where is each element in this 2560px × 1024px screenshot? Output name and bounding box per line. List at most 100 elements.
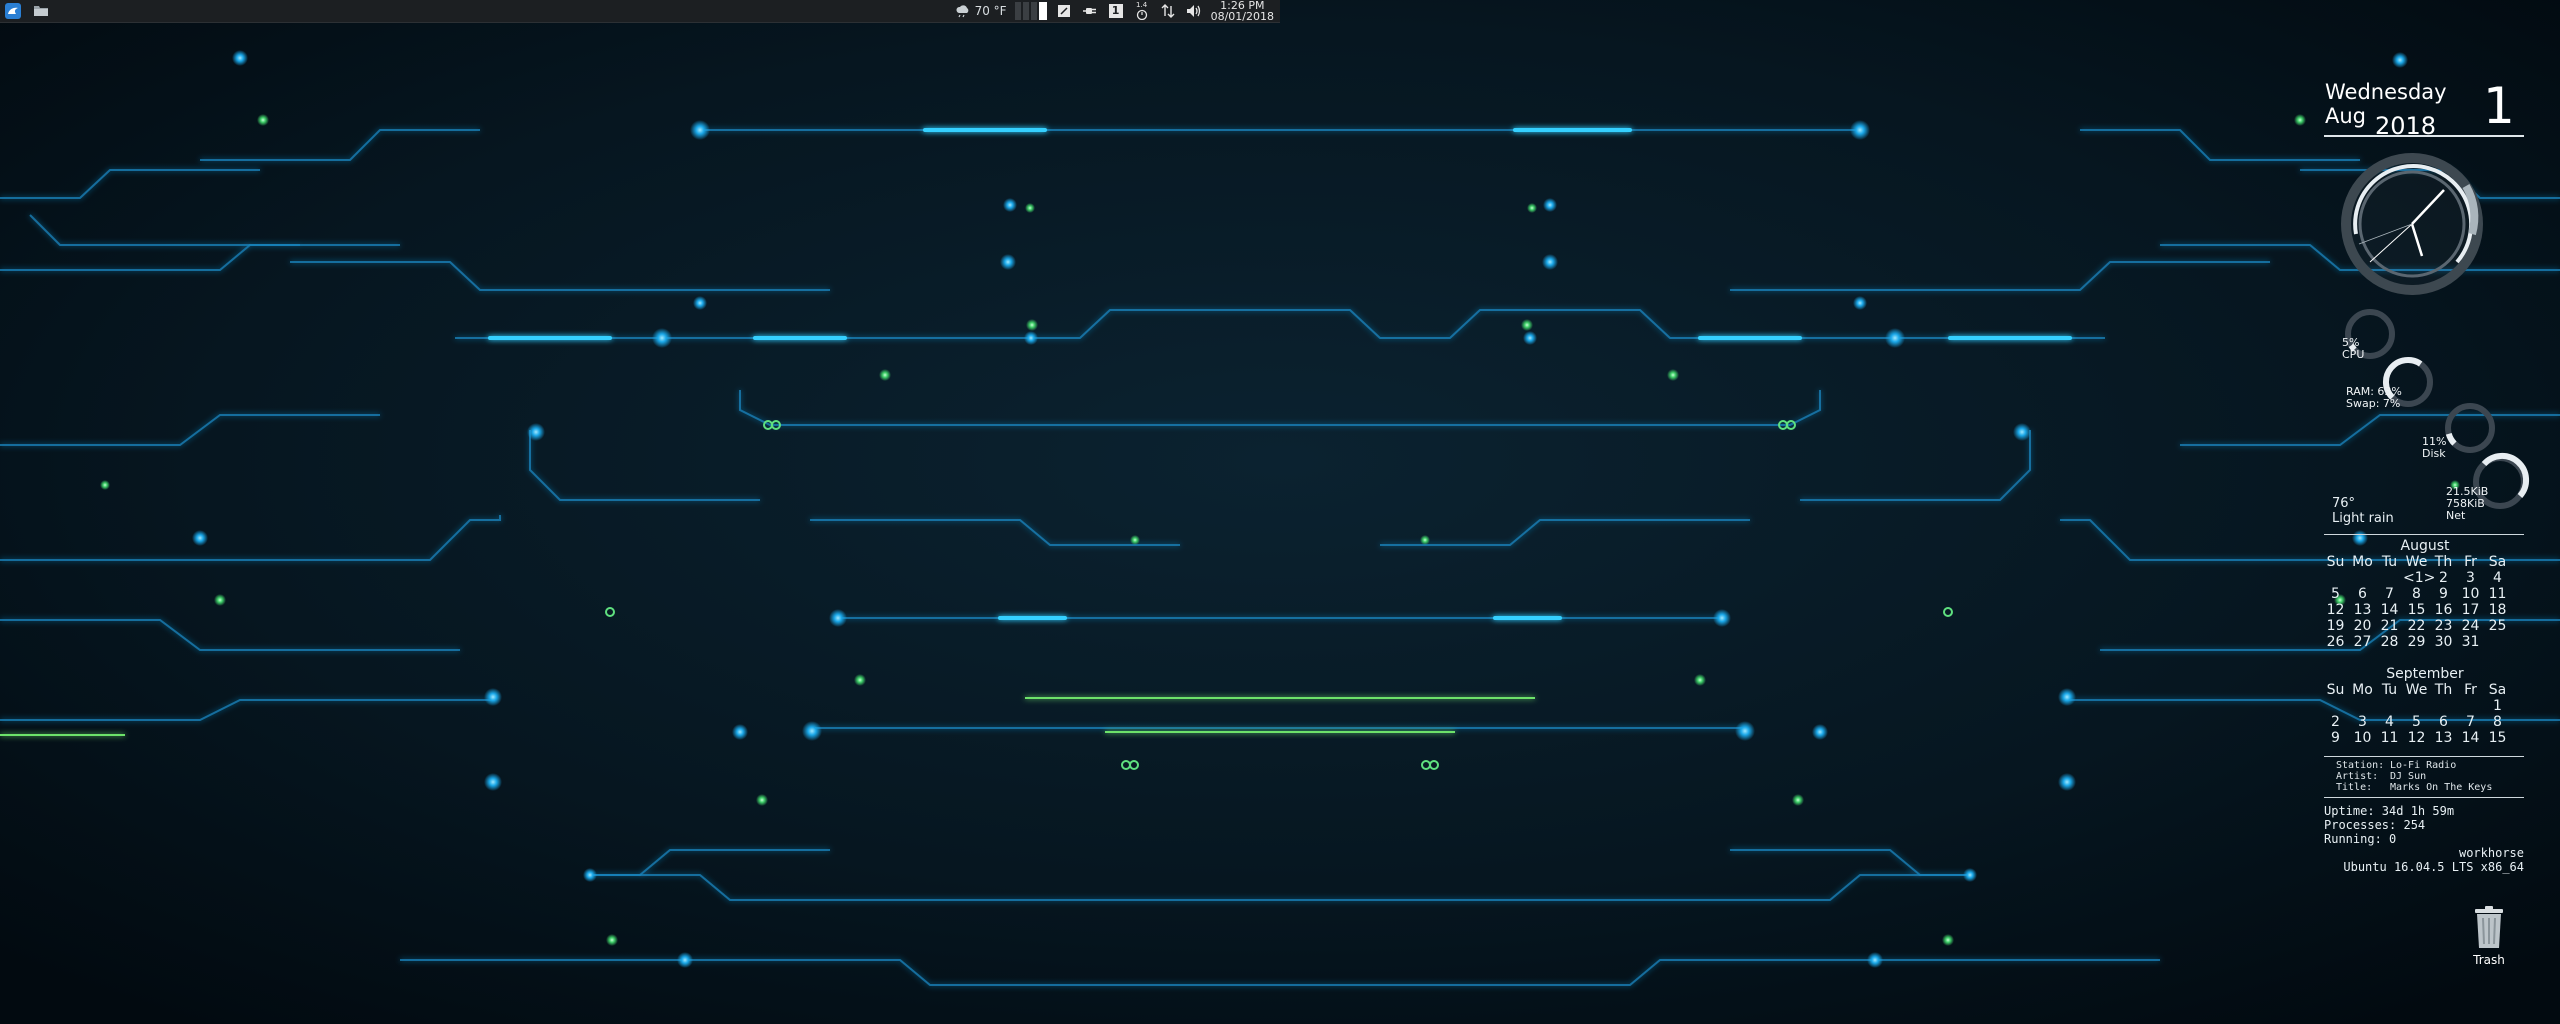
cpu-name: CPU	[2342, 348, 2365, 361]
calendar-day: 18	[2488, 602, 2507, 618]
calendar-day: 7	[2466, 714, 2475, 730]
os-text: Ubuntu 16.04.5 LTS x86_64	[2343, 860, 2524, 874]
calendar-day	[2376, 698, 2403, 714]
weekday-header: Sa	[2488, 554, 2507, 570]
weather-icon	[956, 5, 968, 18]
calendar-day: 10	[2461, 586, 2480, 602]
calendar-month-title: September	[2386, 666, 2464, 682]
app-menu-button[interactable]	[4, 2, 22, 20]
disk-name: Disk	[2422, 447, 2446, 460]
calendar-month-title: August	[2400, 538, 2450, 554]
calendar-day: 24	[2461, 618, 2480, 634]
desktop-wallpaper	[0, 0, 2560, 1024]
calendar-week-row: 2 3 4 5 6 7 8	[2322, 714, 2528, 730]
music-title: Marks On The Keys	[2390, 782, 2493, 793]
power-plug-icon	[1082, 8, 1096, 14]
calendar-day: 10	[2353, 730, 2372, 746]
cpu-label: 5% CPU	[2342, 337, 2364, 361]
calendar-day: 8	[2493, 714, 2502, 730]
conky-weather: 76° Light rain	[2332, 496, 2394, 526]
calendar-day	[2349, 698, 2376, 714]
hostname-text: workhorse	[2458, 846, 2524, 860]
panel-clock[interactable]: 1:26 PM 08/01/2018	[1211, 0, 1274, 22]
calendar-day: 8	[2412, 586, 2421, 602]
host-info: workhorse Ubuntu 16.04.5 LTS x86_64	[2314, 846, 2524, 874]
running-text: Running: 0	[2324, 832, 2397, 846]
calendar-day: 28	[2380, 634, 2399, 650]
uptime-text: Uptime: 34d 1h 59m	[2324, 804, 2455, 818]
weather-temp-label: 70 °F	[974, 4, 1007, 18]
calendar-header-row: Su Mo Tu We Th Fr Sa	[2322, 682, 2528, 698]
calendar-day: 14	[2380, 602, 2399, 618]
weather-divider	[2324, 534, 2524, 535]
analog-clock	[2341, 153, 2483, 295]
calendar-day: 14	[2461, 730, 2480, 746]
weekday-header: Su	[2326, 554, 2345, 570]
timer-button[interactable]: 1.4	[1133, 2, 1151, 20]
calendar-day: 6	[2439, 714, 2448, 730]
calendar-day: 22	[2407, 618, 2426, 634]
calendar-day	[2403, 698, 2430, 714]
calendar-day	[2322, 698, 2349, 714]
clock-date: 08/01/2018	[1210, 10, 1274, 23]
calendar-day: 27	[2353, 634, 2372, 650]
calendar-header-row: Su Mo Tu We Th Fr Sa	[2322, 554, 2528, 570]
net-name: Net	[2446, 509, 2466, 522]
workspace-3[interactable]	[1030, 2, 1037, 20]
weekday-header: Tu	[2381, 682, 2398, 698]
music-station: Lo-Fi Radio	[2390, 760, 2457, 771]
workspace-1[interactable]	[1014, 2, 1021, 20]
weather-description: Light rain	[2332, 511, 2394, 526]
music-info: Station: Lo-Fi Radio Artist: DJ Sun Title:…	[2336, 760, 2492, 793]
weekday-header: Mo	[2352, 682, 2373, 698]
network-icon	[1161, 4, 1175, 18]
calendar-week-row: 1	[2322, 698, 2528, 714]
calendar-day	[2484, 634, 2511, 650]
power-manager-button[interactable]	[1081, 2, 1099, 20]
trash-icon	[2475, 906, 2503, 948]
volume-button[interactable]	[1185, 2, 1203, 20]
workspace-switcher[interactable]	[1014, 2, 1047, 20]
calendar-day: 3	[2466, 570, 2475, 586]
notes-button[interactable]	[1055, 2, 1073, 20]
calendar-day: 4	[2385, 714, 2394, 730]
keyboard-layout-button[interactable]: 1	[1107, 2, 1125, 20]
calendar-day: 5	[2331, 586, 2340, 602]
calendar-week-row: 26 27 28 29 30 31	[2322, 634, 2528, 650]
calendar-day: 23	[2434, 618, 2453, 634]
file-manager-button[interactable]	[32, 2, 50, 20]
calendar-day: 3	[2358, 714, 2367, 730]
calendar-day: 29	[2407, 634, 2426, 650]
keyboard-layout-icon: 1	[1108, 4, 1123, 18]
panel-launchers	[4, 2, 50, 20]
weekday-header: Fr	[2464, 682, 2477, 698]
weekday-header: We	[2405, 682, 2428, 698]
calendar-day: <1>	[2403, 570, 2436, 586]
calendar-body: 1 2 3 4 5 6 7 8 9 10 11 12 13 14 15	[2322, 698, 2528, 746]
calendar-day: 4	[2493, 570, 2502, 586]
volume-icon	[1186, 5, 1200, 17]
network-button[interactable]	[1159, 2, 1177, 20]
folder-icon	[34, 6, 48, 16]
conky-day-number: 1	[2483, 77, 2515, 135]
calendar-day: 11	[2488, 586, 2507, 602]
weekday-header: Th	[2434, 682, 2453, 698]
calendar-day: 9	[2331, 730, 2340, 746]
calendar-week-row: <1> 2 3 4	[2322, 570, 2528, 586]
calendar-day: 15	[2488, 730, 2507, 746]
calendar-day: 12	[2407, 730, 2426, 746]
calendar-day: 20	[2353, 618, 2372, 634]
music-artist: DJ Sun	[2390, 771, 2427, 782]
desktop-trash[interactable]: Trash	[2466, 906, 2512, 967]
workspace-2[interactable]	[1022, 2, 1029, 20]
weekday-header: Su	[2326, 682, 2345, 698]
calendar-week-row: 12 13 14 15 16 17 18	[2322, 602, 2528, 618]
timer-icon	[1136, 9, 1147, 20]
calendar-day: 6	[2358, 586, 2367, 602]
workspace-4[interactable]	[1038, 2, 1047, 20]
music-title-row: Title: Marks On The Keys	[2336, 782, 2493, 793]
calendar-day: 13	[2353, 602, 2372, 618]
calendar-day: 7	[2385, 586, 2394, 602]
weather-plugin[interactable]: 70 °F	[955, 4, 1007, 18]
calendar-september: September Su Mo Tu We Th Fr Sa 123456789…	[2322, 666, 2528, 746]
